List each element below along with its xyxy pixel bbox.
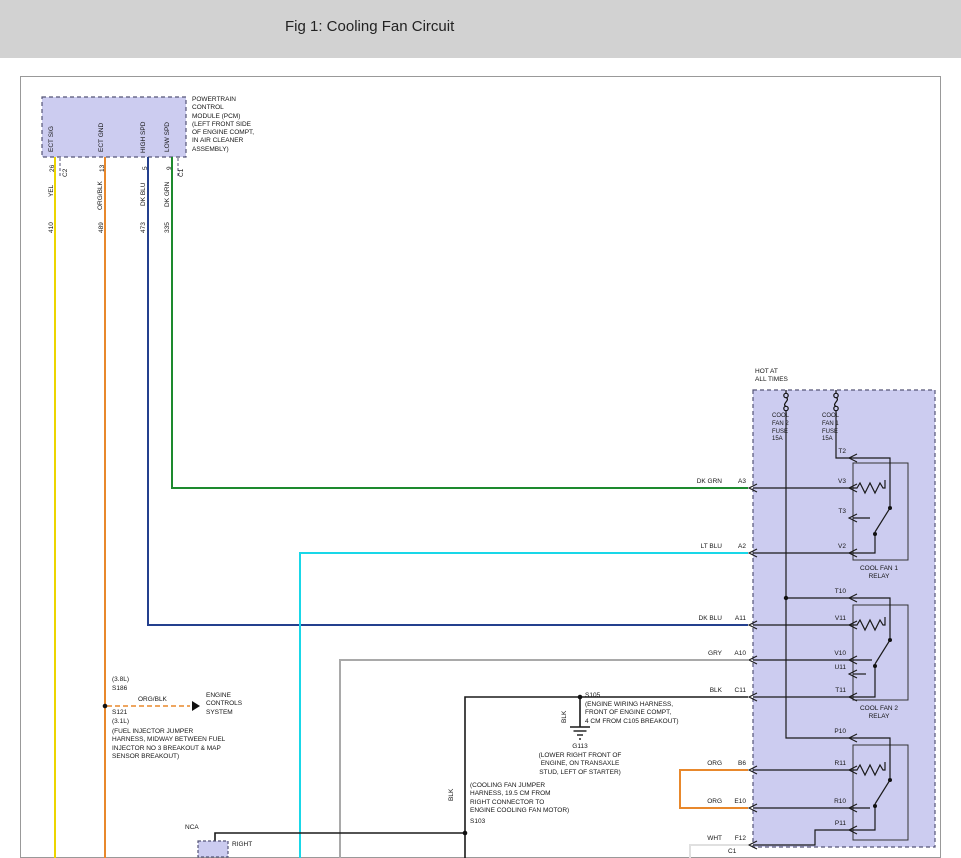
s103-name: S103 <box>470 818 485 826</box>
pcm-description: POWERTRAIN CONTROL MODULE (PCM) (LEFT FR… <box>192 96 254 154</box>
circuit-410: 410 <box>48 222 56 233</box>
right-fan-label: RIGHT <box>232 841 252 849</box>
pcm-pin-signal-low-spd: LOW SPD <box>164 122 172 152</box>
relay2-pin-u11: U11 <box>820 664 846 671</box>
input-pin-a3: A3 <box>726 478 746 486</box>
input-pin-c11: C11 <box>726 687 746 695</box>
relay2-pin-t11: T11 <box>820 687 846 694</box>
g113-name: G113 <box>553 743 607 751</box>
s105-wire-label: BLK <box>561 711 569 723</box>
wire-color-dkgrn: DK GRN <box>164 182 172 207</box>
circuit-335: 335 <box>164 222 172 233</box>
wire-color-yel: YEL <box>48 185 56 197</box>
input-color-org-e10: ORG <box>680 798 722 806</box>
engine-controls-system: ENGINE CONTROLS SYSTEM <box>206 692 242 717</box>
relay1-pin-v3: V3 <box>820 478 846 485</box>
s121-description: (FUEL INJECTOR JUMPER HARNESS, MIDWAY BE… <box>112 728 225 761</box>
relay1-pin-t2: T2 <box>820 448 846 455</box>
pcm-pin-number-9: 9 <box>166 166 174 170</box>
pcm-pin-number-5: 5 <box>142 166 150 170</box>
s186-engine: (3.8L) <box>112 676 129 684</box>
circuit-473: 473 <box>140 222 148 233</box>
cool-fan-1-relay-label: COOL FAN 1 RELAY <box>848 565 910 582</box>
input-color-gry: GRY <box>680 650 722 658</box>
s121-engine: (3.1L) <box>112 718 129 726</box>
s186-wire-label: ORG/BLK <box>138 696 167 704</box>
pcm-connector-c2: C2 <box>62 169 70 177</box>
pcm-connector-c1: C1 <box>178 169 186 177</box>
diagram-page: Fig 1: Cooling Fan Circuit <box>0 0 961 858</box>
input-color-ltblu: LT BLU <box>680 543 722 551</box>
input-pin-b6: B6 <box>726 760 746 768</box>
relay3-pin-p10: P10 <box>820 728 846 735</box>
g113-description: (LOWER RIGHT FRONT OF ENGINE, ON TRANSAX… <box>528 752 632 777</box>
input-pin-f12: F12 <box>726 835 746 843</box>
s103-description: (COOLING FAN JUMPER HARNESS, 19.5 CM FRO… <box>470 782 569 815</box>
wire-color-orgblk: ORG/BLK <box>97 181 105 210</box>
cool-fan-2-relay-label: COOL FAN 2 RELAY <box>848 705 910 722</box>
s121-name: S121 <box>112 709 127 717</box>
fuse-cool-fan-2-label: COOL FAN 2 FUSE 15A <box>772 413 789 444</box>
input-color-org-b6: ORG <box>680 760 722 768</box>
pcm-pin-number-26: 26 <box>49 165 57 172</box>
s103-wire-label: BLK <box>448 789 456 801</box>
relay2-pin-v10: V10 <box>820 650 846 657</box>
s186-name: S186 <box>112 685 127 693</box>
relay2-pin-v11: V11 <box>820 615 846 622</box>
relay3-pin-p11: P11 <box>820 820 846 827</box>
nca-label: NCA <box>185 824 199 832</box>
relay1-pin-v2: V2 <box>820 543 846 550</box>
s105-description: (ENGINE WIRING HARNESS, FRONT OF ENGINE … <box>585 701 679 726</box>
panel-connector-c1: C1 <box>728 848 736 856</box>
input-pin-a2: A2 <box>726 543 746 551</box>
pcm-pin-signal-high-spd: HIGH SPD <box>140 122 148 153</box>
relay3-pin-r10: R10 <box>820 798 846 805</box>
pcm-pin-signal-ect-gnd: ECT GND <box>98 123 106 152</box>
relay2-pin-t10: T10 <box>820 588 846 595</box>
s105-name: S105 <box>585 692 600 700</box>
fuse-cool-fan-1-label: COOL FAN 1 FUSE 15A <box>822 413 839 444</box>
pcm-pin-number-13: 13 <box>99 165 107 172</box>
input-pin-a11: A11 <box>726 615 746 623</box>
input-pin-e10: E10 <box>726 798 746 806</box>
input-color-dkblu: DK BLU <box>680 615 722 623</box>
right-fan-connector-box <box>198 841 228 857</box>
input-color-dkgrn: DK GRN <box>680 478 722 486</box>
relay3-pin-r11: R11 <box>820 760 846 767</box>
pcm-pin-signal-ect-sig: ECT SIG <box>48 126 56 152</box>
relay1-pin-t3: T3 <box>820 508 846 515</box>
wire-color-dkblu: DK BLU <box>140 183 148 206</box>
input-color-wht: WHT <box>680 835 722 843</box>
input-pin-a10: A10 <box>726 650 746 658</box>
hot-at-all-times: HOT AT ALL TIMES <box>755 368 788 385</box>
input-color-blk: BLK <box>680 687 722 695</box>
circuit-489: 489 <box>98 222 106 233</box>
